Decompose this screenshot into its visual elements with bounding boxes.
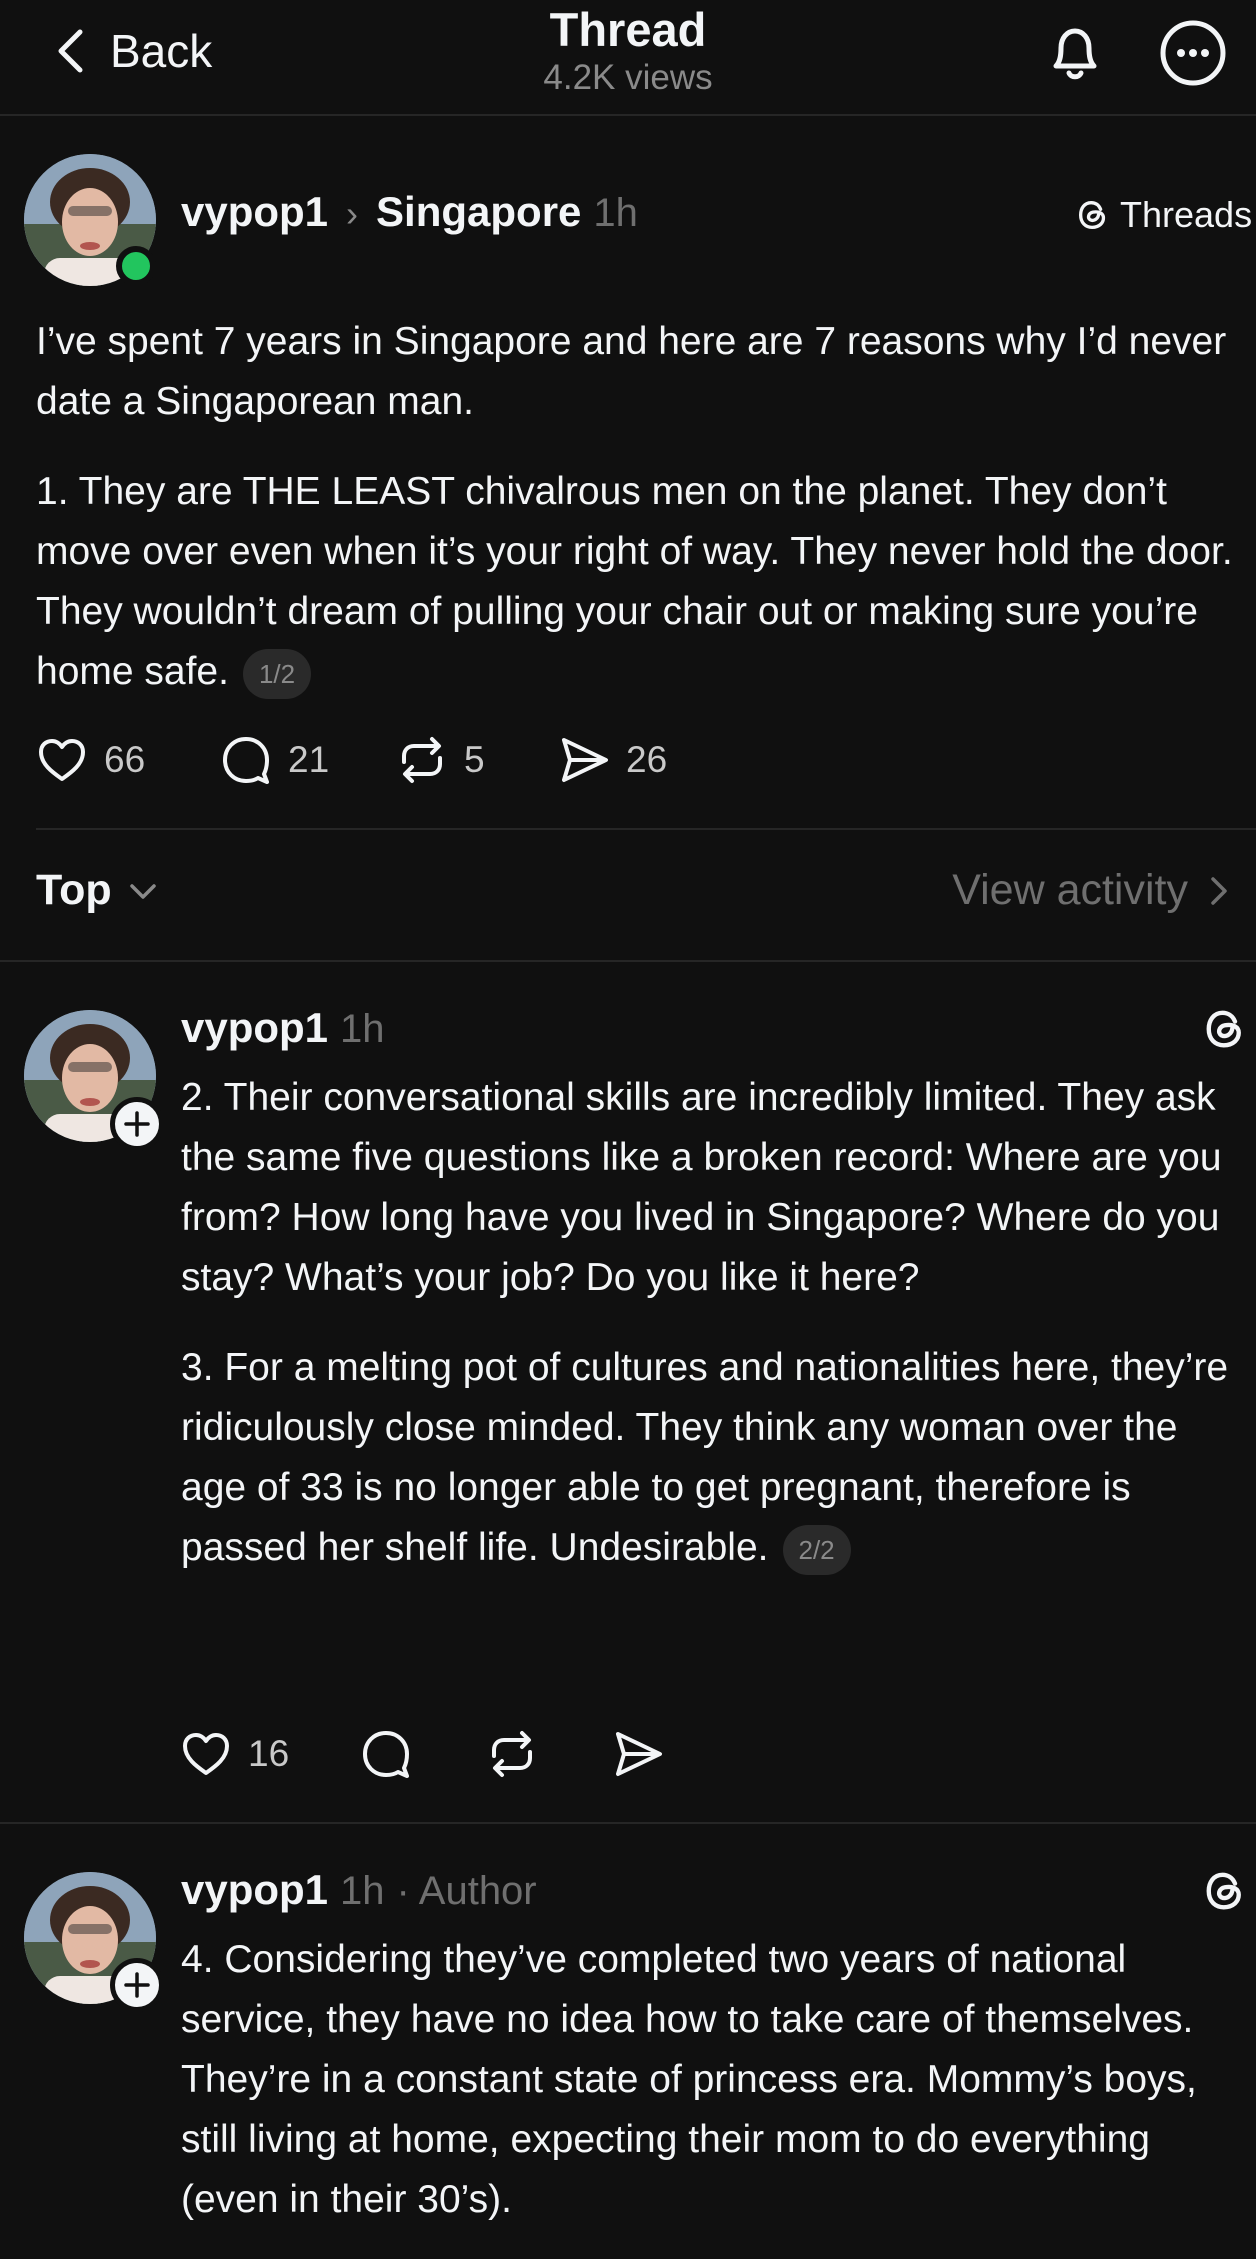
repost-count: 5 bbox=[464, 739, 485, 780]
reply-meta: vypop1 1h · Author bbox=[181, 1866, 537, 1914]
like-button[interactable]: 66 bbox=[34, 732, 218, 788]
follow-button[interactable] bbox=[110, 1958, 164, 2012]
repost-icon bbox=[492, 1731, 532, 1777]
page-indicator: 1/2 bbox=[242, 648, 312, 699]
chevron-right-icon bbox=[1211, 876, 1227, 905]
reply-body: 2. Their conversational skills are incre… bbox=[181, 1068, 1241, 1608]
chevron-down-icon bbox=[129, 883, 156, 899]
threads-logo-icon bbox=[1078, 200, 1106, 230]
reply-paragraph: 4. Considering they’ve completed two yea… bbox=[181, 1938, 1197, 2221]
username[interactable]: vypop1 bbox=[181, 1866, 328, 1914]
author-tag: · Author bbox=[396, 1869, 537, 1913]
reply-paragraph: 3. For a melting pot of cultures and nat… bbox=[181, 1338, 1241, 1578]
share-count: 26 bbox=[626, 739, 668, 780]
plus-icon bbox=[124, 1111, 150, 1137]
threads-logo-icon[interactable] bbox=[1200, 1864, 1250, 1918]
divider bbox=[0, 960, 1256, 962]
heart-icon bbox=[183, 1733, 229, 1775]
view-activity-link[interactable]: View activity bbox=[952, 866, 1234, 915]
reply-time: 1h bbox=[340, 1869, 385, 1913]
reply-button[interactable] bbox=[358, 1726, 484, 1782]
view-activity-label: View activity bbox=[952, 866, 1188, 914]
post-paragraph: 1. They are THE LEAST chivalrous men on … bbox=[36, 462, 1236, 702]
page-indicator: 2/2 bbox=[782, 1524, 851, 1575]
share-button[interactable]: 26 bbox=[556, 732, 667, 788]
like-button[interactable]: 16 bbox=[178, 1726, 358, 1782]
post-actions: 66 21 5 26 bbox=[34, 732, 667, 788]
sort-dropdown[interactable]: Top bbox=[36, 866, 160, 915]
repost-icon bbox=[402, 737, 442, 783]
repost-button[interactable] bbox=[484, 1726, 610, 1782]
heart-icon bbox=[39, 739, 85, 781]
chevron-right-icon: › bbox=[346, 193, 359, 234]
reply-paragraph-text: 3. For a melting pot of cultures and nat… bbox=[181, 1346, 1229, 1569]
more-options-icon[interactable] bbox=[1158, 18, 1228, 88]
post-time: 1h bbox=[593, 191, 638, 235]
username[interactable]: vypop1 bbox=[181, 1004, 328, 1052]
reply-body: 4. Considering they’ve completed two yea… bbox=[181, 1930, 1251, 2259]
reply-meta: vypop1 1h bbox=[181, 1004, 385, 1052]
sort-label: Top bbox=[36, 866, 112, 914]
follow-button[interactable] bbox=[110, 1097, 164, 1151]
online-indicator bbox=[116, 246, 156, 286]
reply-count: 21 bbox=[288, 739, 330, 780]
post-meta: vypop1 › Singapore 1h bbox=[181, 188, 638, 236]
send-icon bbox=[562, 738, 608, 782]
send-icon bbox=[616, 1732, 662, 1776]
post-body: I’ve spent 7 years in Singapore and here… bbox=[36, 312, 1236, 732]
threads-logo-icon[interactable] bbox=[1200, 1002, 1250, 1056]
threads-badge[interactable]: Threads bbox=[1074, 194, 1252, 236]
reply-paragraph: 2. Their conversational skills are incre… bbox=[181, 1076, 1222, 1299]
post-paragraph-text: 1. They are THE LEAST chivalrous men on … bbox=[36, 470, 1233, 693]
like-count: 66 bbox=[104, 739, 146, 780]
share-button[interactable] bbox=[610, 1726, 666, 1782]
comment-icon bbox=[223, 737, 269, 784]
reply-time: 1h bbox=[340, 1007, 385, 1051]
post-paragraph: I’ve spent 7 years in Singapore and here… bbox=[36, 320, 1227, 423]
bell-icon[interactable] bbox=[1040, 18, 1110, 88]
username[interactable]: vypop1 bbox=[181, 188, 328, 236]
comment-icon bbox=[363, 1731, 409, 1778]
reply-button[interactable]: 21 bbox=[218, 732, 394, 788]
repost-button[interactable]: 5 bbox=[394, 732, 556, 788]
threads-label: Threads bbox=[1120, 194, 1253, 235]
like-count: 16 bbox=[248, 1733, 290, 1774]
top-bar: Back Thread 4.2K views bbox=[0, 0, 1256, 116]
plus-icon bbox=[124, 1972, 150, 1998]
divider bbox=[36, 828, 1256, 830]
topic-tag[interactable]: Singapore bbox=[376, 188, 581, 236]
reply-actions: 16 bbox=[178, 1726, 666, 1782]
divider bbox=[0, 1822, 1256, 1824]
